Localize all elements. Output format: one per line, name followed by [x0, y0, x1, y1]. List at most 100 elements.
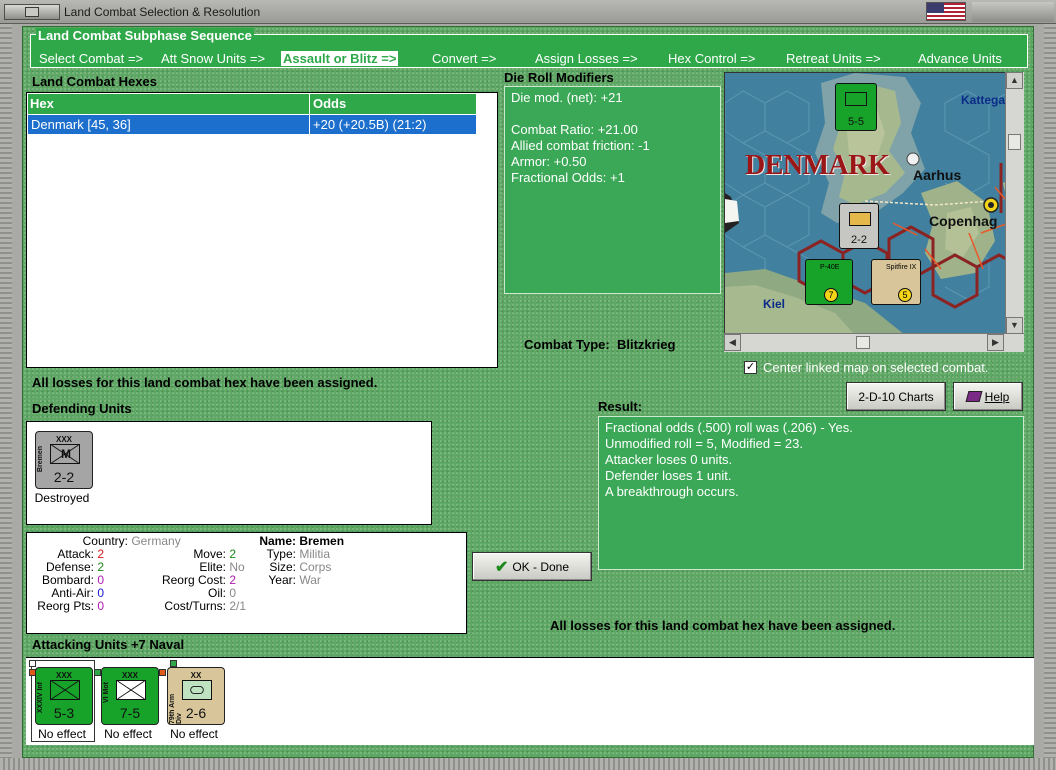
combat-type-label: Combat Type:	[524, 337, 610, 352]
unit-name: VI Mot	[103, 682, 110, 703]
militia-symbol-icon: M	[50, 444, 80, 464]
scroll-left-icon[interactable]: ◀	[724, 334, 741, 351]
combat-type: Combat Type: Blitzkrieg	[524, 337, 675, 352]
ok-done-label: OK - Done	[512, 559, 570, 574]
help-button-label: Help	[984, 389, 1010, 404]
linked-map[interactable]: DENMARK Aarhus Copenhag Kattega Kiel 5-5…	[724, 72, 1024, 352]
info-year: Year: War	[268, 573, 321, 587]
attacking-unit[interactable]: XXX XXXIV Inf 5-3	[35, 667, 93, 725]
window-icon	[25, 7, 39, 17]
subphase-sequence-title: Land Combat Subphase Sequence	[36, 28, 254, 43]
charts-button-label: 2-D-10 Charts	[858, 389, 934, 404]
odds-cell: +20 (+20.5B) (21:2)	[313, 117, 427, 132]
unit-size: XXX	[55, 671, 72, 680]
drm-line: Fractional Odds: +1	[511, 170, 625, 185]
result-line: A breakthrough occurs.	[605, 484, 739, 499]
info-country: Country: Germany	[82, 534, 181, 548]
map-unit-strength: 5-5	[848, 116, 864, 128]
scroll-right-icon[interactable]: ▶	[987, 334, 1004, 351]
map-hscroll-thumb[interactable]	[856, 336, 870, 349]
unit-marker-icon	[94, 669, 101, 676]
unit-marker-icon	[170, 660, 177, 667]
result-box: Fractional odds (.500) roll was (.206) -…	[598, 416, 1024, 570]
seq-att-snow-units[interactable]: Att Snow Units =>	[161, 51, 265, 66]
map-unit[interactable]: P-40E 7	[805, 259, 853, 305]
seq-convert[interactable]: Convert =>	[432, 51, 496, 66]
center-map-label[interactable]: Center linked map on selected combat.	[763, 360, 988, 375]
map-horizontal-scrollbar[interactable]: ◀ ▶	[724, 333, 1024, 352]
combat-type-value: Blitzkrieg	[616, 337, 676, 352]
help-book-icon	[965, 391, 983, 402]
seq-select-combat[interactable]: Select Combat =>	[39, 51, 143, 66]
unit-symbol: M	[61, 447, 71, 461]
map-vertical-scrollbar[interactable]: ▲ ▼	[1005, 72, 1024, 334]
map-label-copenhagen: Copenhag	[929, 213, 998, 229]
title-bar: Land Combat Selection & Resolution	[0, 0, 1056, 24]
die-roll-title: Die Roll Modifiers	[504, 70, 614, 85]
infantry-symbol-icon	[50, 680, 80, 700]
unit-strength: 2-6	[185, 705, 207, 721]
attacking-unit-status: No effect	[170, 727, 218, 741]
drm-line: Die mod. (net): +21	[511, 90, 623, 105]
result-line: Unmodified roll = 5, Modified = 23.	[605, 436, 803, 451]
window: Land Combat Selection & Resolution Land …	[0, 0, 1056, 770]
map-unit[interactable]: 2-2	[839, 203, 879, 249]
map-unit-label: Spitfire IX	[886, 264, 917, 271]
unit-marker-icon	[29, 660, 36, 667]
seq-assign-losses[interactable]: Assign Losses =>	[535, 51, 638, 66]
map-label-kiel: Kiel	[763, 297, 786, 311]
us-flag-icon	[926, 2, 966, 21]
info-reorgpts: Reorg Pts: 0	[37, 599, 105, 613]
scroll-down-icon[interactable]: ▼	[1006, 317, 1023, 334]
map-label-denmark: DENMARK	[745, 150, 890, 181]
motorized-symbol-icon	[116, 680, 146, 700]
frame-left	[0, 24, 12, 760]
result-title: Result:	[598, 399, 643, 414]
defending-title: Defending Units	[32, 401, 132, 416]
map-unit-label: P-40E	[820, 264, 840, 271]
window-controls[interactable]	[972, 2, 1054, 22]
attacking-unit[interactable]: XXX VI Mot 7-5	[101, 667, 159, 725]
center-map-checkbox[interactable]: ✓	[744, 361, 757, 374]
seq-advance-units[interactable]: Advance Units	[918, 51, 1002, 66]
unit-marker-icon	[159, 669, 166, 676]
attacking-unit[interactable]: XX 79th Arm Div 2-6	[167, 667, 225, 725]
attacking-title: Attacking Units +7 Naval	[32, 637, 185, 652]
losses-message: All losses for this land combat hex have…	[32, 375, 378, 390]
drm-line: Allied combat friction: -1	[511, 138, 650, 153]
seq-hex-control[interactable]: Hex Control =>	[668, 51, 755, 66]
drm-line: Combat Ratio: +21.00	[511, 122, 638, 137]
frame-right	[1044, 24, 1056, 760]
map-unit[interactable]: 5-5	[835, 83, 877, 131]
system-menu-button[interactable]	[4, 4, 60, 20]
seq-retreat-units[interactable]: Retreat Units =>	[786, 51, 881, 66]
unit-size: XX	[190, 671, 202, 680]
map-unit-value: 5	[898, 288, 912, 302]
col-hex[interactable]: Hex	[30, 96, 54, 111]
charts-button[interactable]: 2-D-10 Charts	[846, 382, 946, 411]
losses-message-2: All losses for this land combat hex have…	[550, 618, 896, 633]
unit-strength: 5-3	[53, 705, 75, 721]
col-odds[interactable]: Odds	[313, 96, 346, 111]
ok-done-button[interactable]: ✔ OK - Done	[472, 552, 592, 581]
defending-unit-status: Destroyed	[34, 491, 90, 505]
result-line: Fractional odds (.500) roll was (.206) -…	[605, 420, 853, 435]
seq-assault-or-blitz[interactable]: Assault or Blitz =>	[281, 51, 399, 66]
help-button[interactable]: Help	[953, 382, 1023, 411]
map-label-kattegat: Kattega	[961, 93, 1006, 107]
drm-line: Armor: +0.50	[511, 154, 587, 169]
map-unit-strength: 2-2	[851, 234, 867, 246]
info-costturns: Cost/Turns: 2/1	[164, 599, 247, 613]
map-unit[interactable]: Spitfire IX 5	[871, 259, 921, 305]
hexes-header: Hex Odds	[28, 94, 476, 114]
result-line: Attacker loses 0 units.	[605, 452, 733, 467]
window-title: Land Combat Selection & Resolution	[64, 5, 261, 19]
scroll-up-icon[interactable]: ▲	[1006, 72, 1023, 89]
unit-strength: 7-5	[119, 705, 141, 721]
map-label-aarhus: Aarhus	[913, 167, 962, 183]
map-vscroll-thumb[interactable]	[1008, 134, 1021, 150]
armor-symbol-icon	[182, 680, 212, 700]
defending-unit[interactable]: XXX Bremen M 2-2	[35, 431, 93, 489]
table-row[interactable]: Denmark [45, 36] +20 (+20.5B) (21:2)	[28, 115, 476, 134]
hex-cell: Denmark [45, 36]	[31, 117, 131, 132]
